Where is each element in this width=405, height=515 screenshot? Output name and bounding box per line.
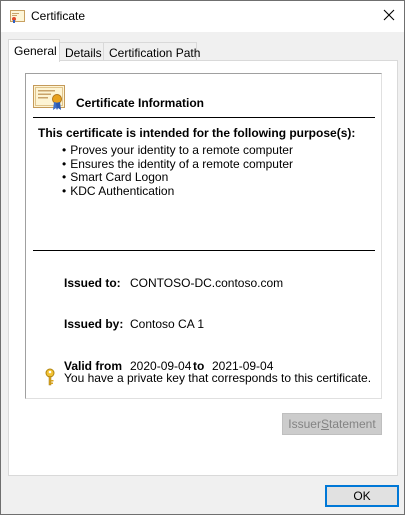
certificate-icon <box>33 83 65 111</box>
issued-to-label: Issued to: <box>64 276 121 290</box>
purpose-item: Ensures the identity of a remote compute… <box>62 157 293 172</box>
issued-by-value[interactable]: Contoso CA 1 <box>130 317 204 331</box>
key-icon <box>43 368 57 386</box>
purpose-item: Proves your identity to a remote compute… <box>62 143 293 158</box>
purpose-list: Proves your identity to a remote compute… <box>62 143 293 199</box>
tab-details[interactable]: Details <box>59 42 104 61</box>
private-key-notice: You have a private key that corresponds … <box>64 371 372 385</box>
tab-certification-path[interactable]: Certification Path <box>103 42 200 61</box>
issued-to-value[interactable]: CONTOSO-DC.contoso.com <box>130 276 283 290</box>
purpose-heading: This certificate is intended for the fol… <box>38 126 356 140</box>
window-title: Certificate <box>31 9 86 23</box>
purpose-item: KDC Authentication <box>62 184 293 199</box>
issuer-statement-label: Issuer <box>288 417 321 431</box>
tab-general[interactable]: General <box>8 39 60 62</box>
issuer-statement-button[interactable]: Issuer Statement <box>282 413 382 435</box>
certificate-dialog: Certificate General Details Certificatio… <box>0 0 405 515</box>
certificate-icon <box>10 9 25 23</box>
title-bar[interactable]: Certificate <box>1 1 404 32</box>
close-icon <box>383 9 395 24</box>
close-button[interactable] <box>375 3 403 30</box>
certificate-information-title: Certificate Information <box>76 96 205 110</box>
ok-button[interactable]: OK <box>325 485 399 507</box>
tab-strip: General Details Certification Path <box>8 39 398 62</box>
divider <box>33 117 375 118</box>
issuer-statement-access-key: S <box>320 417 329 431</box>
certificate-info-box: Certificate Information This certificate… <box>25 73 382 399</box>
general-tab-panel: Certificate Information This certificate… <box>8 60 398 476</box>
issued-by-label: Issued by: <box>64 317 124 331</box>
issuer-statement-label-rest: tatement <box>329 417 376 431</box>
divider <box>33 250 375 251</box>
purpose-item: Smart Card Logon <box>62 170 293 185</box>
